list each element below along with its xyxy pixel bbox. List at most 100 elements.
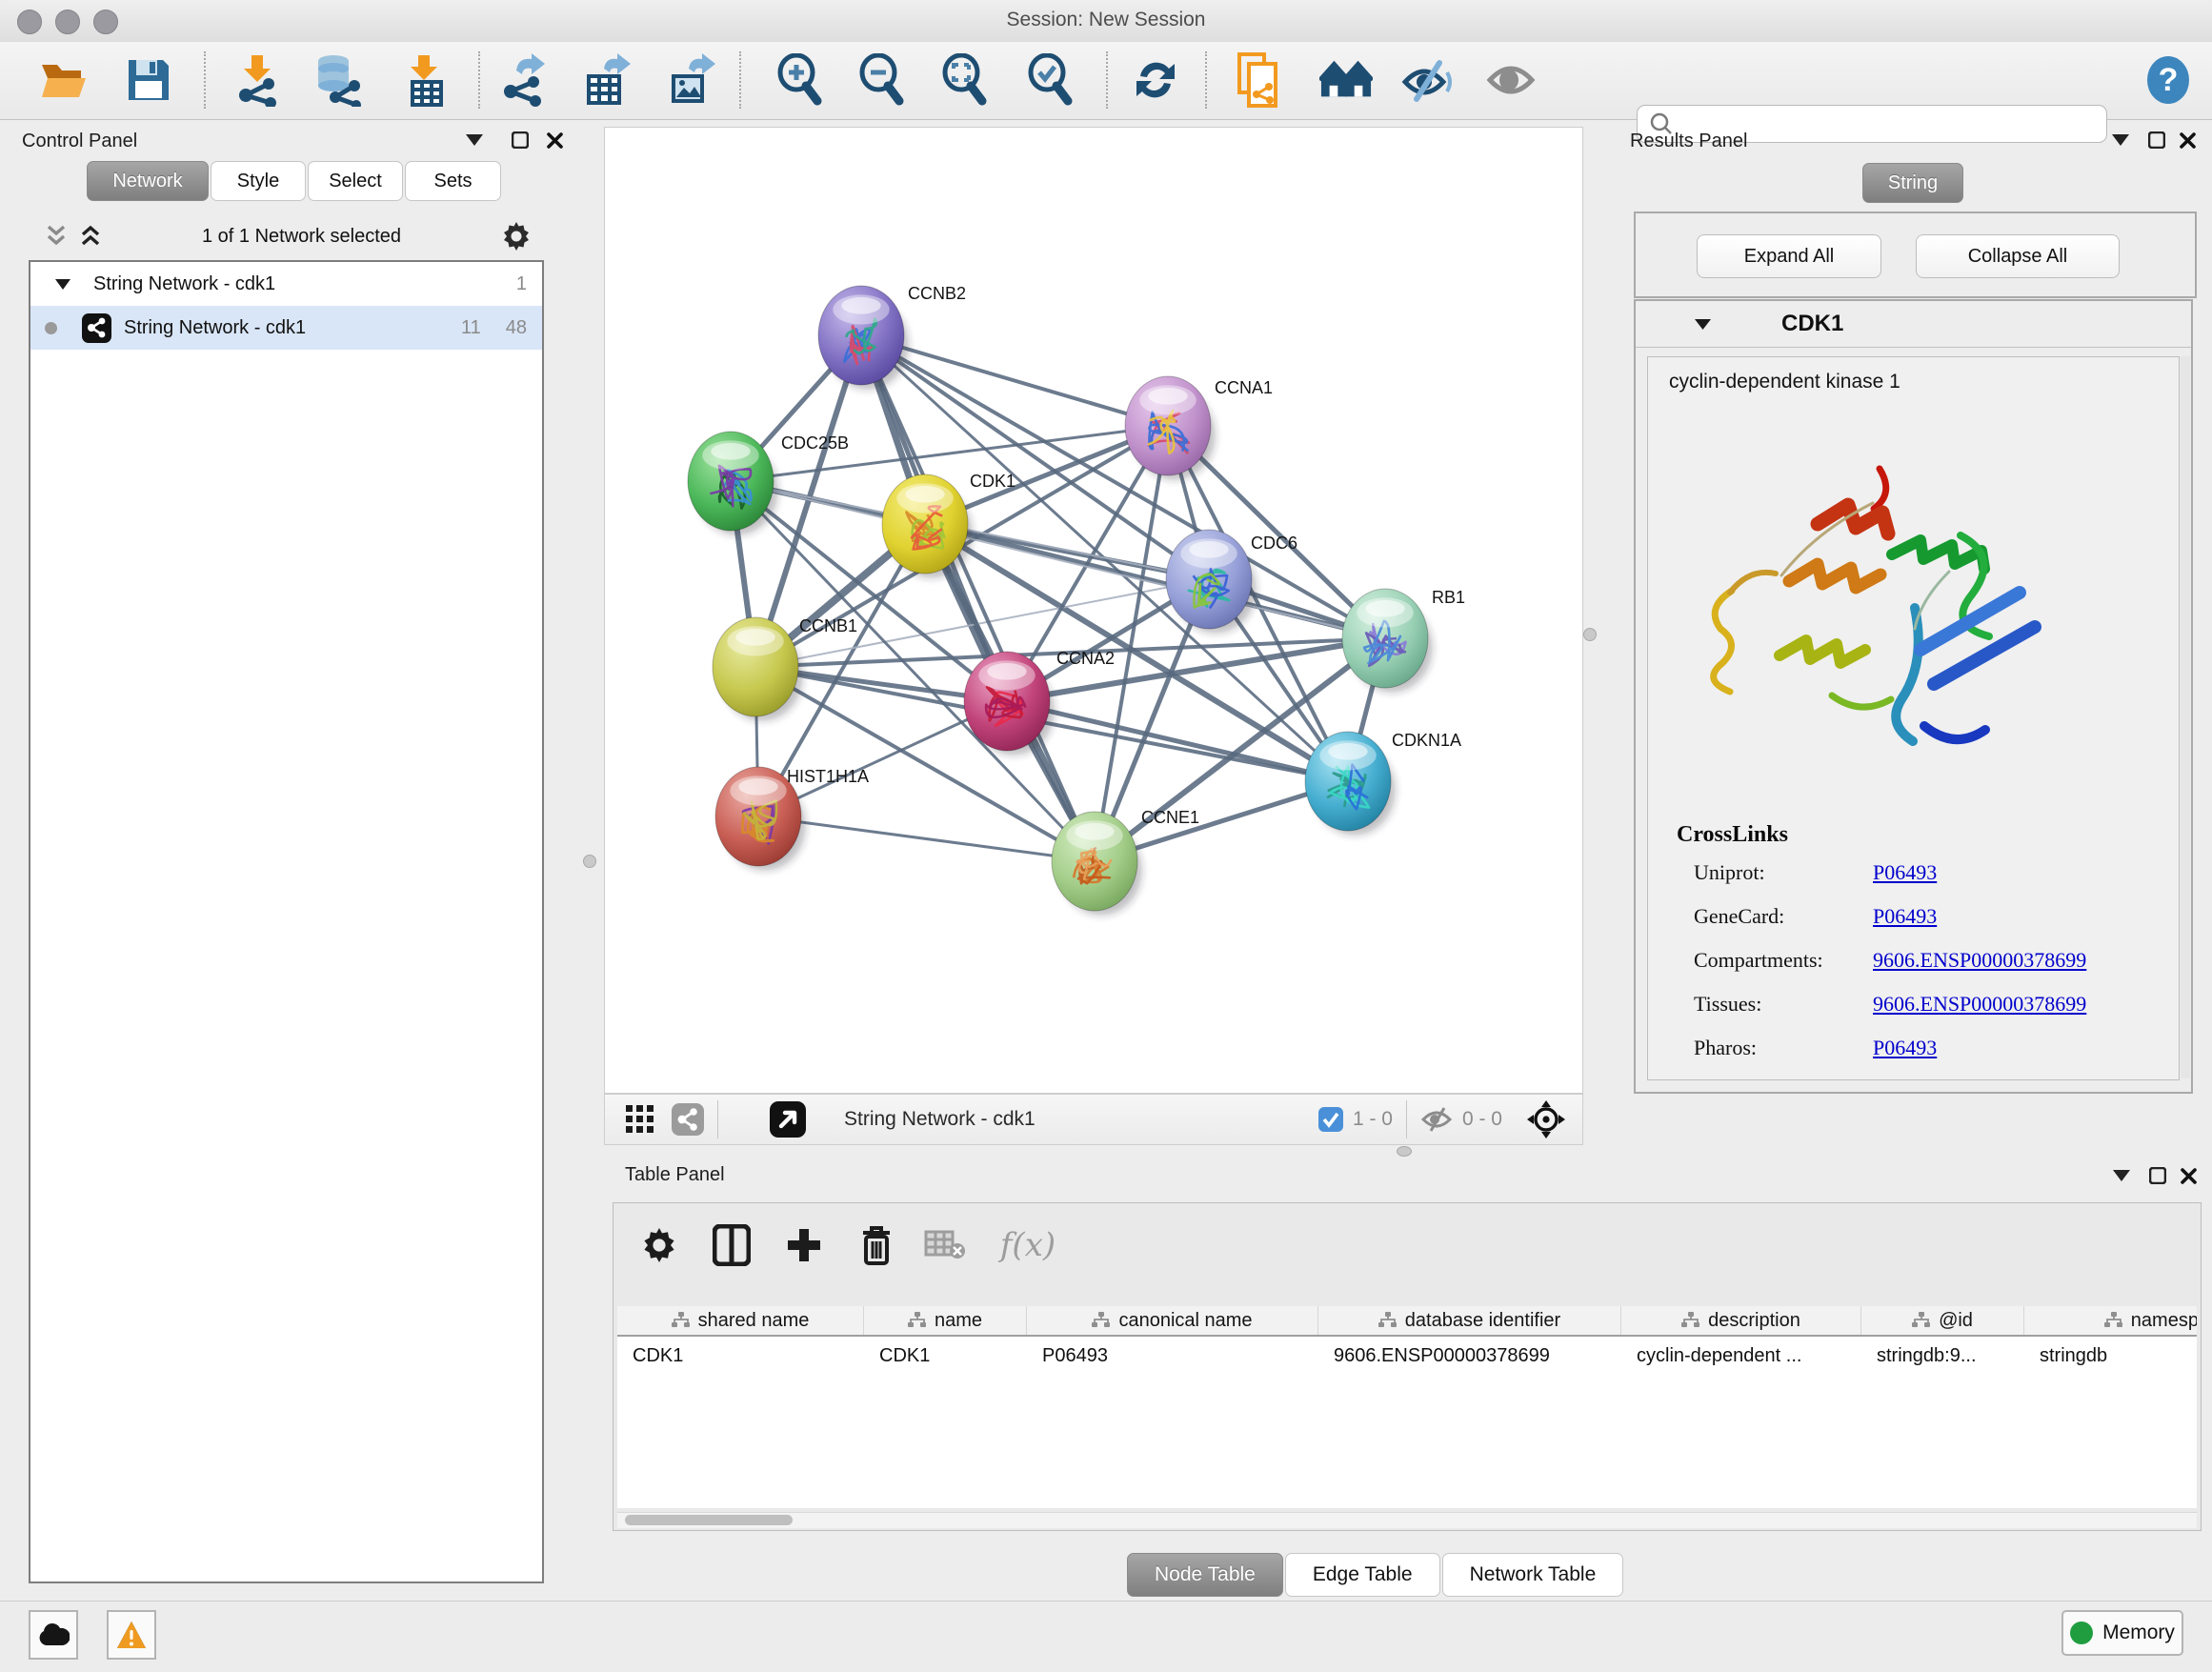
import-network-file-button[interactable]	[231, 53, 285, 107]
column-header-shared-name[interactable]: shared name	[617, 1306, 864, 1335]
table-cell[interactable]: cyclin-dependent ...	[1621, 1339, 1861, 1373]
function-builder-button[interactable]: f(x)	[991, 1220, 1065, 1270]
detach-view-button[interactable]	[770, 1101, 806, 1138]
network-list-options-button[interactable]	[502, 222, 531, 251]
column-header-database-identifier[interactable]: database identifier	[1318, 1306, 1621, 1335]
network-node-CCNB2[interactable]: CCNB2	[818, 284, 966, 390]
section-expander-icon[interactable]	[1695, 319, 1711, 330]
network-node-CCNA2[interactable]: CCNA2	[964, 649, 1115, 755]
network-node-RB1[interactable]: RB1	[1342, 588, 1465, 693]
tab-network[interactable]: Network	[87, 161, 209, 201]
show-columns-button[interactable]	[707, 1220, 756, 1270]
crosslink-link[interactable]: 9606.ENSP00000378699	[1873, 948, 2086, 973]
table-cell[interactable]: stringdb	[2024, 1339, 2197, 1373]
hidden-indicator[interactable]	[1420, 1106, 1453, 1133]
expand-all-chevron-icon[interactable]	[46, 225, 67, 248]
table-cell[interactable]: P06493	[1027, 1339, 1318, 1373]
table-cell[interactable]: CDK1	[617, 1339, 864, 1373]
network-node-CDC6[interactable]: CDC6	[1166, 530, 1297, 634]
apply-preferred-layout-button[interactable]	[1129, 53, 1182, 107]
import-table-file-button[interactable]	[396, 53, 450, 107]
warnings-button[interactable]	[107, 1610, 156, 1660]
table-horizontal-scrollbar[interactable]	[617, 1512, 2197, 1528]
tab-style[interactable]: Style	[211, 161, 306, 201]
network-node-CCNA1[interactable]: CCNA1	[1125, 376, 1273, 480]
zoom-selected-button[interactable]	[1024, 53, 1077, 107]
show-all-button[interactable]	[1484, 53, 1538, 107]
table-panel-collapse-button[interactable]	[2107, 1162, 2136, 1189]
table-settings-button[interactable]	[634, 1220, 684, 1270]
save-session-button[interactable]	[122, 53, 175, 107]
table-cell[interactable]: 9606.ENSP00000378699	[1318, 1339, 1621, 1373]
crosslink-link[interactable]: P06493	[1873, 860, 1937, 885]
right-splitter-handle[interactable]	[1583, 628, 1597, 641]
network-edge-CCNB2-CCNE1[interactable]	[861, 335, 1095, 861]
table-cell[interactable]: stringdb:9...	[1861, 1339, 2024, 1373]
export-image-button[interactable]	[663, 53, 716, 107]
network-edge-CCNA2-CDKN1A[interactable]	[1007, 701, 1348, 781]
tab-sets[interactable]: Sets	[405, 161, 501, 201]
add-column-button[interactable]	[779, 1220, 829, 1270]
crosslink-link[interactable]: P06493	[1873, 904, 1937, 929]
network-node-CCNB1[interactable]: CCNB1	[713, 616, 857, 721]
control-panel-collapse-button[interactable]	[460, 127, 489, 153]
network-edge-CCNE1-HIST1H1A[interactable]	[758, 816, 1095, 861]
network-view-button[interactable]	[672, 1103, 704, 1136]
control-panel-close-button[interactable]	[540, 127, 569, 153]
open-session-button[interactable]	[38, 53, 91, 107]
cloud-status-button[interactable]	[29, 1610, 78, 1660]
table-panel-close-button[interactable]	[2174, 1162, 2202, 1189]
tab-select[interactable]: Select	[308, 161, 403, 201]
memory-button[interactable]: Memory	[2061, 1610, 2183, 1656]
network-node-CDKN1A[interactable]: CDKN1A	[1305, 731, 1461, 836]
collapse-all-chevron-icon[interactable]	[80, 225, 101, 248]
zoom-out-button[interactable]	[855, 53, 909, 107]
delete-column-button[interactable]	[852, 1220, 901, 1270]
network-node-HIST1H1A[interactable]: HIST1H1A	[715, 767, 869, 871]
grid-view-button[interactable]	[626, 1105, 654, 1134]
column-header--id[interactable]: @id	[1861, 1306, 2024, 1335]
network-collection-row[interactable]: String Network - cdk1 1	[30, 262, 542, 306]
results-panel-float-button[interactable]	[2142, 127, 2171, 153]
collection-expander-icon[interactable]	[55, 279, 70, 290]
table-panel-float-button[interactable]	[2143, 1162, 2172, 1189]
control-panel-float-button[interactable]	[506, 127, 534, 153]
export-network-button[interactable]	[498, 53, 552, 107]
crosslink-link[interactable]: 9606.ENSP00000378699	[1873, 992, 2086, 1017]
expand-all-button[interactable]: Expand All	[1697, 234, 1881, 278]
bottom-splitter-handle[interactable]	[1397, 1146, 1412, 1157]
results-actions-box: Expand All Collapse All	[1634, 212, 2197, 298]
table-cell[interactable]: CDK1	[864, 1339, 1027, 1373]
column-header-canonical-name[interactable]: canonical name	[1027, 1306, 1318, 1335]
tab-edge-table[interactable]: Edge Table	[1285, 1553, 1440, 1597]
column-header-description[interactable]: description	[1621, 1306, 1861, 1335]
column-header-namespace[interactable]: namespace	[2024, 1306, 2197, 1335]
crosslink-label: Compartments:	[1694, 948, 1823, 972]
crosslink-link[interactable]: P06493	[1873, 1036, 1937, 1060]
copy-network-button[interactable]	[1233, 53, 1286, 107]
column-header-name[interactable]: name	[864, 1306, 1027, 1335]
gene-section-header[interactable]: CDK1	[1636, 301, 2191, 348]
toolbar-separator	[717, 1100, 718, 1138]
pan-mode-button[interactable]	[1527, 1100, 1565, 1138]
results-panel-collapse-button[interactable]	[2106, 127, 2135, 153]
help-button[interactable]: ?	[2142, 53, 2195, 107]
tab-node-table[interactable]: Node Table	[1127, 1553, 1283, 1597]
hide-selected-button[interactable]	[1401, 53, 1455, 107]
collapse-all-button[interactable]: Collapse All	[1916, 234, 2120, 278]
network-node-CCNE1[interactable]: CCNE1	[1052, 808, 1199, 916]
zoom-fit-button[interactable]	[938, 53, 992, 107]
delete-table-button[interactable]	[920, 1220, 970, 1270]
left-splitter-handle[interactable]	[583, 855, 596, 868]
tab-network-table[interactable]: Network Table	[1442, 1553, 1624, 1597]
string-home-button[interactable]	[1319, 53, 1373, 107]
network-view-canvas[interactable]: CCNB2CCNA1CDC25BCDK1CDC6RB1CCNB1CCNA2CDK…	[604, 127, 1583, 1094]
export-table-button[interactable]	[580, 53, 633, 107]
zoom-in-button[interactable]	[774, 53, 827, 107]
tab-string[interactable]: String	[1862, 163, 1963, 203]
network-row[interactable]: String Network - cdk1 11 48	[30, 306, 542, 350]
results-panel-close-button[interactable]	[2173, 127, 2202, 153]
results-scrollbar[interactable]	[2181, 356, 2190, 1078]
selected-checkbox[interactable]	[1318, 1107, 1343, 1132]
import-network-database-button[interactable]	[311, 53, 364, 107]
